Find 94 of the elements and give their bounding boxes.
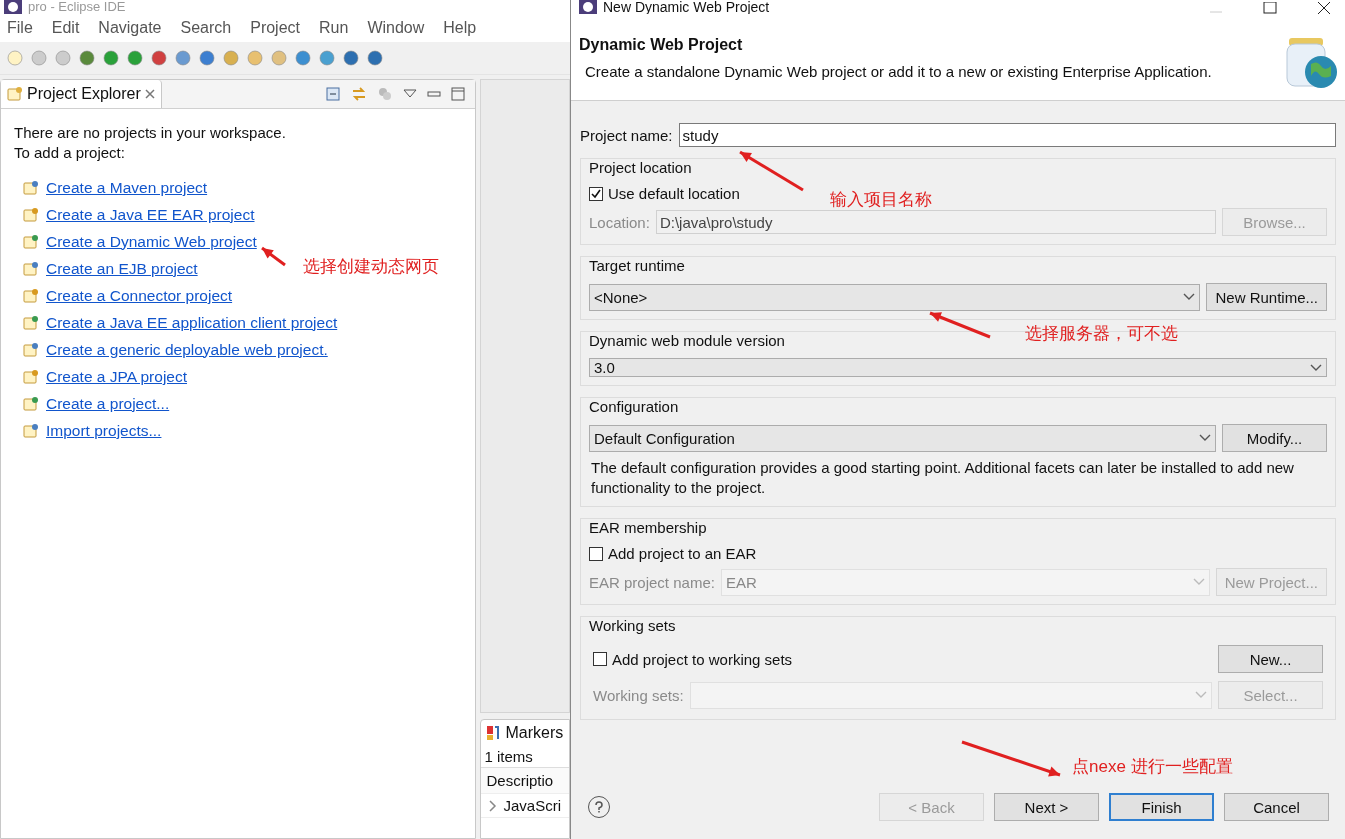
field-label: Working sets: — [593, 686, 684, 704]
menu-item[interactable]: Edit — [51, 19, 80, 37]
annotation-text: 点nexe 进行一些配置 — [1072, 756, 1233, 778]
menu-item[interactable]: Project — [250, 19, 300, 37]
link[interactable]: Create a Dynamic Web project — [46, 232, 257, 251]
project-icon — [23, 179, 39, 196]
caret-icon — [1195, 691, 1207, 699]
annotation-text: 输入项目名称 — [830, 189, 932, 211]
menu-item[interactable]: Window — [367, 19, 425, 37]
toolbar-icon[interactable] — [78, 49, 96, 67]
window-title: pro - Eclipse IDE — [28, 0, 126, 14]
checkbox-label: Add project to an EAR — [608, 545, 757, 562]
project-icon — [23, 206, 39, 223]
intro-text: To add a project: — [14, 143, 126, 163]
link-icon[interactable] — [351, 86, 368, 102]
field-label: EAR project name: — [589, 573, 715, 591]
button[interactable]: Next > — [994, 793, 1099, 821]
close-icon[interactable] — [1317, 2, 1331, 14]
tab-label[interactable]: Markers — [505, 724, 564, 742]
caret-icon — [1183, 293, 1196, 301]
markers-icon — [485, 725, 502, 741]
view-menu-icon[interactable] — [403, 89, 418, 99]
folder-icon — [7, 86, 23, 102]
maximize-icon[interactable] — [1263, 2, 1277, 14]
collapse-icon[interactable] — [325, 86, 342, 102]
page-heading: Dynamic Web Project — [579, 36, 744, 54]
annotation-text: 选择服务器，可不选 — [1025, 323, 1178, 345]
project-icon — [23, 422, 39, 439]
project-name-field[interactable]: study — [678, 123, 1336, 147]
toolbar-icon[interactable] — [342, 49, 360, 67]
dialog-title: New Dynamic Web Project — [603, 0, 770, 14]
button[interactable]: New Runtime... — [1206, 283, 1327, 311]
toolbar-icon[interactable] — [198, 49, 216, 67]
toolbar-icon[interactable] — [150, 49, 168, 67]
group-title: Dynamic web module version — [589, 331, 785, 351]
version-dropdown[interactable]: 3.0 — [589, 358, 1327, 377]
column-header: Descriptio — [481, 768, 569, 794]
toolbar-icon[interactable] — [174, 49, 192, 67]
project-icon — [23, 368, 39, 385]
link[interactable]: Create a project... — [46, 394, 170, 413]
menu-item[interactable]: File — [7, 19, 33, 37]
menu-item[interactable]: Search — [180, 19, 232, 37]
explorer-tab[interactable]: Project Explorer — [1, 80, 162, 108]
link[interactable]: Create a Java EE EAR project — [46, 205, 255, 224]
chevron-icon[interactable] — [489, 799, 498, 812]
caret-icon — [1192, 578, 1205, 586]
toolbar-icon[interactable] — [102, 49, 120, 67]
toolbar-icon[interactable] — [366, 49, 384, 67]
project-icon — [23, 287, 39, 304]
toolbar-icon[interactable] — [126, 49, 144, 67]
menu-item[interactable]: Run — [319, 19, 349, 37]
group-title: EAR membership — [589, 518, 707, 538]
link[interactable]: Create a Maven project — [46, 178, 208, 197]
checkbox-label: Add project to working sets — [612, 650, 793, 668]
menu-item[interactable]: Help — [443, 19, 477, 37]
field-label: Location: — [589, 213, 650, 231]
button[interactable]: Cancel — [1224, 793, 1329, 821]
tab-label: Project Explorer — [27, 85, 141, 103]
page-description: Create a standalone Dynamic Web project or add it to a new or existing Enterprise Application. — [584, 63, 1213, 80]
link[interactable]: Create a generic deployable web project. — [46, 340, 328, 359]
caret-icon — [1310, 363, 1322, 372]
configuration-dropdown[interactable]: Default Configuration — [589, 424, 1216, 452]
link[interactable]: Import projects... — [46, 421, 162, 440]
project-icon — [23, 395, 39, 412]
toolbar-icon[interactable] — [318, 49, 336, 67]
project-icon — [23, 341, 39, 358]
menu-item[interactable]: Navigate — [98, 19, 162, 37]
toolbar-icon[interactable] — [294, 49, 312, 67]
maximize-icon[interactable] — [451, 87, 466, 101]
link[interactable]: Create a JPA project — [46, 367, 187, 386]
project-icon — [23, 314, 39, 331]
annotation-text: 选择创建动态网页 — [303, 256, 439, 278]
intro-text: There are no projects in your workspace. — [14, 123, 287, 143]
group-title: Configuration — [589, 397, 679, 417]
link[interactable]: Create a Java EE application client project — [46, 313, 338, 332]
group-title: Target runtime — [589, 256, 685, 276]
runtime-dropdown[interactable]: <None> — [589, 283, 1201, 311]
link[interactable]: Create a Connector project — [46, 286, 233, 305]
group-title: Working sets — [589, 616, 676, 636]
button[interactable]: Modify... — [1222, 424, 1327, 452]
toolbar-icon[interactable] — [222, 49, 240, 67]
project-icon — [23, 260, 39, 277]
button[interactable]: Finish — [1109, 793, 1214, 821]
checkbox-label: Use default location — [608, 185, 740, 202]
field-label: Project name: — [580, 126, 673, 144]
configuration-note: The default configuration provides a good starting point. Additional facets can later be installed to add new functionality to the project. — [590, 458, 1295, 498]
caret-icon — [1199, 434, 1211, 442]
project-icon — [23, 233, 39, 250]
link[interactable]: Create an EJB project — [46, 259, 198, 278]
toolbar-icon[interactable] — [270, 49, 288, 67]
tree-item: JavaScri — [503, 797, 561, 814]
toolbar-icon[interactable] — [246, 49, 264, 67]
minimize-icon[interactable] — [427, 90, 442, 98]
group-title: Project location — [589, 158, 692, 178]
